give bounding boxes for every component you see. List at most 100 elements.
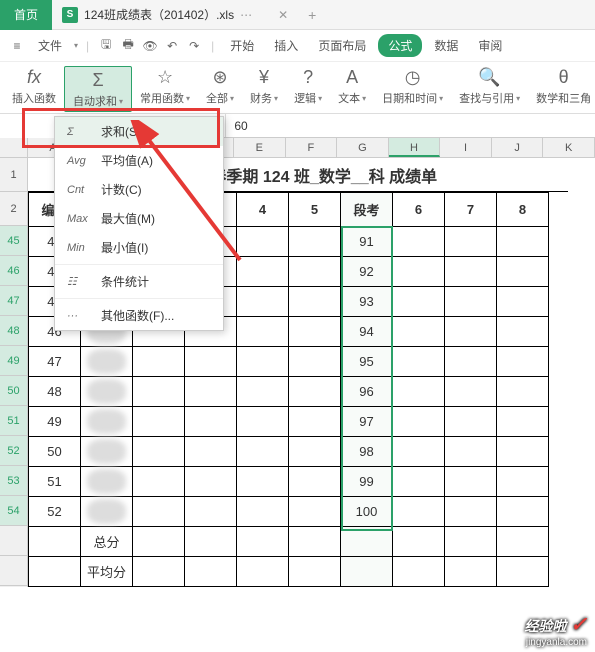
row-header[interactable]: 45 (0, 226, 27, 256)
cell[interactable] (497, 467, 549, 497)
cell[interactable] (289, 317, 341, 347)
cell[interactable] (185, 497, 237, 527)
cell[interactable] (445, 377, 497, 407)
row-header[interactable] (0, 526, 27, 556)
cell[interactable] (445, 557, 497, 587)
cell[interactable] (81, 497, 133, 527)
cell[interactable] (81, 377, 133, 407)
cell[interactable]: 94 (341, 317, 393, 347)
cell[interactable] (237, 527, 289, 557)
undo-icon[interactable]: ↶ (163, 37, 181, 55)
formula-input[interactable]: 60 (226, 119, 595, 133)
cell[interactable] (289, 377, 341, 407)
cell[interactable] (237, 437, 289, 467)
row-header[interactable]: 54 (0, 496, 27, 526)
cell[interactable] (81, 347, 133, 377)
file-menu[interactable]: 文件 (30, 37, 70, 54)
cell[interactable]: 97 (341, 407, 393, 437)
logic-button[interactable]: ? 逻辑▾ (286, 66, 330, 106)
cell[interactable] (393, 257, 445, 287)
auto-sum-button[interactable]: Σ 自动求和▾ (64, 66, 132, 112)
cell[interactable] (289, 257, 341, 287)
cell[interactable] (497, 377, 549, 407)
cell[interactable] (237, 257, 289, 287)
close-tab-icon[interactable]: ✕ (278, 8, 288, 22)
start-menu[interactable]: 开始 (222, 37, 262, 54)
cell[interactable] (133, 377, 185, 407)
add-tab-button[interactable]: + (308, 7, 316, 23)
cell[interactable]: 49 (29, 407, 81, 437)
header-cell[interactable]: 7 (445, 193, 497, 227)
cell[interactable]: 50 (29, 437, 81, 467)
cell[interactable] (29, 527, 81, 557)
cell[interactable]: 98 (341, 437, 393, 467)
cell[interactable] (445, 287, 497, 317)
cell[interactable]: 52 (29, 497, 81, 527)
cell[interactable] (133, 557, 185, 587)
cell[interactable] (81, 407, 133, 437)
cell[interactable] (445, 467, 497, 497)
cell[interactable] (445, 497, 497, 527)
cell[interactable] (29, 557, 81, 587)
max-menu-item[interactable]: Max 最大值(M) (55, 204, 223, 233)
cell[interactable]: 平均分 (81, 557, 133, 587)
cell[interactable] (133, 407, 185, 437)
row-header[interactable]: 2 (0, 192, 27, 226)
cell[interactable] (341, 527, 393, 557)
all-functions-button[interactable]: ⊛ 全部▾ (198, 66, 242, 106)
row-header[interactable]: 49 (0, 346, 27, 376)
cell[interactable] (497, 527, 549, 557)
cell[interactable] (289, 347, 341, 377)
cell[interactable] (445, 347, 497, 377)
col-header-selected[interactable]: H (389, 138, 441, 157)
cell[interactable] (393, 557, 445, 587)
cell[interactable] (237, 287, 289, 317)
redo-icon[interactable]: ↷ (185, 37, 203, 55)
col-header[interactable]: J (492, 138, 544, 157)
cell[interactable] (393, 407, 445, 437)
cell[interactable] (393, 527, 445, 557)
file-tab[interactable]: S 124班成绩表（201402）.xls ⋯ ✕ (52, 0, 298, 30)
row-header[interactable]: 51 (0, 406, 27, 436)
cell[interactable] (185, 467, 237, 497)
tab-menu-icon[interactable]: ⋯ (240, 8, 254, 22)
row-header[interactable]: 50 (0, 376, 27, 406)
layout-menu[interactable]: 页面布局 (310, 37, 374, 54)
cell[interactable] (81, 437, 133, 467)
cell[interactable] (185, 527, 237, 557)
min-menu-item[interactable]: Min 最小值(I) (55, 233, 223, 262)
cell[interactable] (445, 527, 497, 557)
cell[interactable] (393, 227, 445, 257)
finance-button[interactable]: ¥ 财务▾ (242, 66, 286, 106)
cell[interactable] (445, 437, 497, 467)
cell[interactable] (289, 407, 341, 437)
sum-menu-item[interactable]: Σ 求和(S) (55, 117, 223, 146)
cell[interactable] (289, 287, 341, 317)
cell[interactable] (237, 377, 289, 407)
row-header[interactable]: 48 (0, 316, 27, 346)
cell[interactable] (497, 407, 549, 437)
cell[interactable]: 95 (341, 347, 393, 377)
cell[interactable] (289, 527, 341, 557)
other-functions-menu-item[interactable]: ··· 其他函数(F)... (55, 301, 223, 330)
cell[interactable]: 91 (341, 227, 393, 257)
cell[interactable] (237, 407, 289, 437)
cell[interactable] (497, 317, 549, 347)
cell[interactable] (133, 437, 185, 467)
insert-menu[interactable]: 插入 (266, 37, 306, 54)
cell[interactable] (185, 407, 237, 437)
common-functions-button[interactable]: ☆ 常用函数▾ (132, 66, 198, 106)
conditional-menu-item[interactable]: ☷ 条件统计 (55, 267, 223, 296)
cell[interactable] (497, 497, 549, 527)
cell[interactable] (237, 467, 289, 497)
cell[interactable] (237, 317, 289, 347)
cell[interactable] (393, 317, 445, 347)
cell[interactable]: 总分 (81, 527, 133, 557)
cell[interactable] (393, 497, 445, 527)
cell[interactable] (393, 347, 445, 377)
insert-function-button[interactable]: fx 插入函数 (4, 66, 64, 106)
cell[interactable] (393, 377, 445, 407)
cell[interactable] (393, 287, 445, 317)
cell[interactable] (289, 497, 341, 527)
header-cell[interactable]: 5 (289, 193, 341, 227)
